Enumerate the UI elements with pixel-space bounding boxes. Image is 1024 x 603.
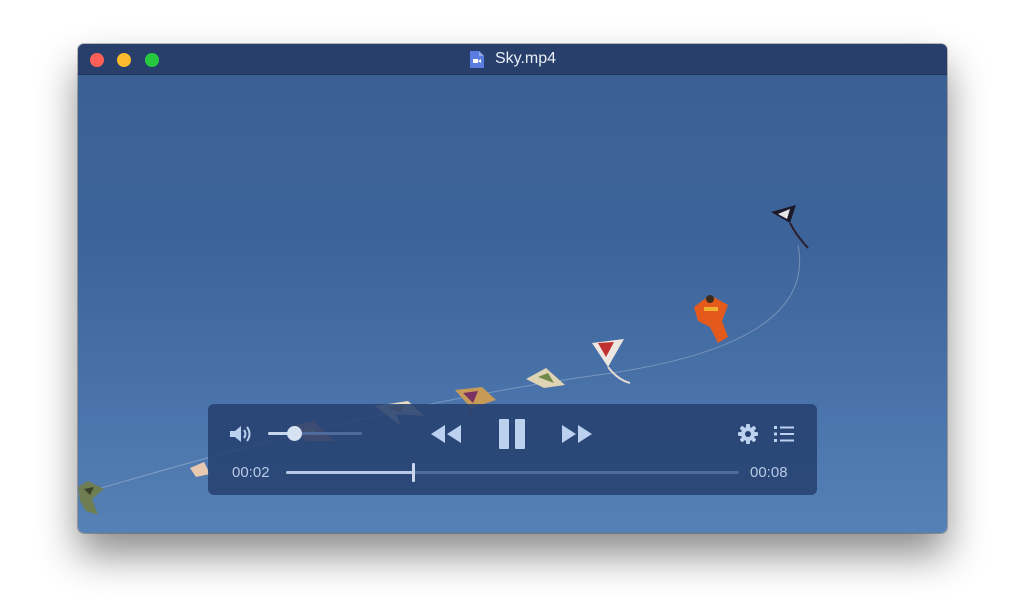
fast-forward-icon[interactable]	[560, 423, 594, 445]
volume-knob[interactable]	[287, 426, 303, 441]
volume-slider[interactable]	[268, 426, 362, 441]
current-time: 00:02	[232, 464, 270, 481]
speaker-icon[interactable]	[228, 423, 254, 445]
title-bar[interactable]: Sky.mp4	[78, 44, 947, 75]
gear-icon[interactable]	[737, 423, 759, 445]
total-time: 00:08	[750, 464, 788, 481]
player-window: Sky.mp4 00:02 00:08	[78, 44, 947, 533]
window-title: Sky.mp4	[494, 50, 557, 67]
timeline-scrubber[interactable]	[286, 463, 739, 482]
video-file-icon	[469, 50, 484, 68]
playhead-handle[interactable]	[411, 463, 415, 482]
timeline-played	[286, 471, 413, 474]
playback-controls: 00:02 00:08	[208, 404, 817, 495]
kite	[78, 481, 104, 515]
title-group: Sky.mp4	[78, 44, 947, 74]
pause-icon[interactable]	[497, 418, 527, 450]
kite	[592, 339, 631, 384]
kite	[694, 295, 728, 343]
kite	[771, 205, 809, 249]
rewind-icon[interactable]	[429, 423, 463, 445]
kite	[190, 462, 210, 477]
list-icon[interactable]	[773, 424, 795, 444]
